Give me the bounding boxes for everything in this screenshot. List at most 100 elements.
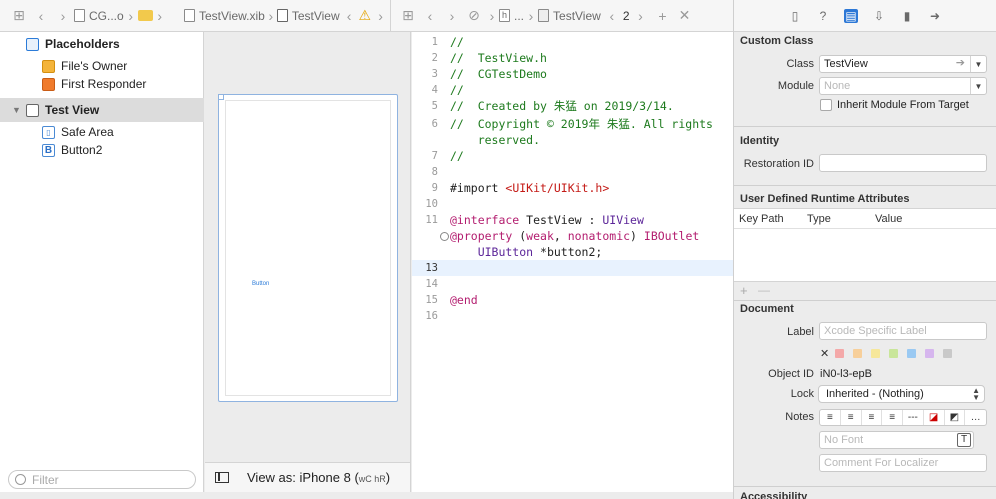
next-issue-icon[interactable]: › [371, 5, 390, 27]
test-view-frame[interactable]: Button [218, 94, 398, 402]
files-owner-icon [42, 59, 55, 73]
font-field[interactable]: No Font T [819, 431, 974, 449]
color-swatch-green[interactable] [889, 349, 899, 358]
accessibility-title: Accessibility [740, 491, 808, 499]
file-inspector-icon[interactable]: ▯ [788, 9, 802, 23]
class-combobox[interactable]: TestView ➔ ▼ [819, 55, 987, 73]
module-combobox[interactable]: None ▼ [819, 77, 987, 95]
add-attribute-button[interactable]: + [740, 283, 748, 298]
more-options-icon[interactable]: … [965, 410, 986, 425]
xcode-label-field[interactable]: Xcode Specific Label [819, 322, 987, 340]
size-inspector-icon[interactable]: ▮ [900, 9, 914, 23]
view-as-control[interactable]: View as: iPhone 8 (wC hR) [247, 470, 390, 485]
outline-item-test-view[interactable]: ▼ Test View [0, 98, 204, 122]
align-right-icon[interactable]: ≡ [862, 410, 883, 425]
clear-color-icon[interactable]: ✕ [820, 347, 829, 360]
restoration-id-field[interactable] [819, 154, 987, 172]
breadcrumb-class[interactable]: TestView [538, 9, 601, 23]
resize-handle[interactable] [218, 94, 224, 100]
remove-attribute-button[interactable]: — [758, 283, 770, 297]
comment-for-localizer-field[interactable]: Comment For Localizer [819, 454, 987, 472]
identity-inspector: ▯ ? ▤ ⇩ ▮ ➜ Custom Class Class TestView … [733, 0, 996, 499]
outline-item-first-responder[interactable]: First Responder [0, 74, 204, 94]
chevron-down-icon[interactable]: ▼ [970, 56, 986, 72]
font-picker-icon[interactable]: T [957, 433, 971, 447]
interface-builder-canvas[interactable]: Button [205, 32, 411, 462]
color-swatch-orange[interactable] [853, 349, 863, 358]
document-outline: Placeholders File's Owner First Responde… [0, 32, 204, 492]
quick-help-icon[interactable]: ? [816, 9, 830, 23]
code-line: 14 [425, 278, 438, 290]
add-editor-icon[interactable]: + [652, 5, 674, 27]
class-label: Class [786, 58, 814, 70]
outlet-connection-icon[interactable] [439, 231, 449, 241]
code-line: 5// Created by 朱猛 on 2019/3/14. [431, 99, 674, 113]
outline-item-button2[interactable]: B Button2 [0, 140, 204, 160]
color-swatch-purple[interactable] [925, 349, 935, 358]
outline-placeholders-header[interactable]: Placeholders [0, 34, 204, 54]
code-line: 2// TestView.h [431, 51, 547, 65]
next-counterpart-icon[interactable]: › [630, 5, 652, 27]
color-swatch-yellow[interactable] [871, 349, 881, 358]
previous-issue-icon[interactable]: ‹ [340, 5, 359, 27]
code-line: 10 [425, 198, 438, 210]
object-id-value: iN0-l3-epB [820, 368, 872, 380]
color-swatch-gray[interactable] [943, 349, 953, 358]
view-icon [26, 103, 39, 117]
counterpart-counter: 2 [622, 8, 630, 23]
interface-jump-bar: ⊞ ‹ › CG...o › › [0, 0, 204, 32]
no-color-icon[interactable]: ◪ [924, 410, 945, 425]
align-natural-icon[interactable]: --- [903, 410, 924, 425]
udra-table[interactable]: Key Path Type Value [734, 208, 996, 282]
code-line: 9 #import <UIKit/UIKit.h> [431, 181, 610, 195]
inherit-module-checkbox[interactable]: Inherit Module From Target [820, 99, 969, 111]
disclosure-triangle-icon[interactable]: ▼ [12, 105, 22, 115]
code-line: reserved. [450, 133, 541, 147]
code-line: UIButton *button2; [450, 245, 603, 259]
align-justify-icon[interactable]: ≡ [882, 410, 903, 425]
breadcrumb-scene[interactable]: TestView [276, 9, 340, 23]
checkbox[interactable] [820, 99, 832, 111]
outline-filter-field[interactable]: Filter [8, 470, 196, 489]
forward-arrow-icon[interactable]: › [441, 5, 463, 27]
counterparts-icon[interactable]: ⊘ [463, 5, 485, 27]
breadcrumb-file[interactable]: TestView.xib [184, 9, 265, 23]
identity-inspector-icon[interactable]: ▤ [844, 8, 858, 23]
folder-icon[interactable] [137, 10, 153, 21]
outline-item-safe-area[interactable]: ▯ Safe Area [0, 122, 204, 142]
color-swatch-blue[interactable] [907, 349, 917, 358]
column-header-key-path[interactable]: Key Path [734, 213, 802, 225]
chevron-down-icon[interactable]: ▼ [970, 78, 986, 94]
assistant-jump-bar: ⊞ ‹ › ⊘ › h ... › TestView ‹ 2 › + ✕ [391, 0, 712, 32]
button2-preview[interactable]: Button [252, 281, 269, 287]
previous-counterpart-icon[interactable]: ‹ [601, 5, 623, 27]
breadcrumb-header-file[interactable]: h ... [499, 9, 524, 23]
forward-arrow-icon[interactable]: › [52, 5, 74, 27]
safe-area-icon: ▯ [42, 125, 55, 139]
align-center-icon[interactable]: ≡ [841, 410, 862, 425]
warning-icon[interactable]: ⚠ [359, 7, 372, 24]
related-items-icon[interactable]: ⊞ [8, 5, 30, 27]
color-icon[interactable]: ◩ [945, 410, 966, 425]
align-left-icon[interactable]: ≡ [820, 410, 841, 425]
code-line: 8 [431, 166, 438, 178]
related-items-icon[interactable]: ⊞ [397, 5, 419, 27]
hide-outline-icon[interactable] [215, 472, 229, 483]
column-header-value[interactable]: Value [870, 213, 902, 225]
column-header-type[interactable]: Type [802, 213, 870, 225]
back-arrow-icon[interactable]: ‹ [30, 5, 52, 27]
module-label: Module [777, 80, 814, 92]
color-swatch-red[interactable] [835, 349, 845, 358]
back-arrow-icon[interactable]: ‹ [419, 5, 441, 27]
notes-label: Notes [785, 411, 814, 423]
code-editor[interactable]: 1// 2// TestView.h 3// CGTestDemo 4// 5/… [412, 32, 733, 492]
breadcrumb-project[interactable]: CG...o [74, 9, 124, 23]
close-editor-icon[interactable]: ✕ [674, 5, 696, 27]
outline-item-files-owner[interactable]: File's Owner [0, 56, 204, 76]
lock-popup[interactable]: Inherited - (Nothing) ▲ ▼ [818, 385, 985, 403]
jump-to-class-icon[interactable]: ➔ [956, 56, 965, 69]
attributes-inspector-icon[interactable]: ⇩ [872, 9, 886, 23]
notes-format-toolbar: ≡ ≡ ≡ ≡ --- ◪ ◩ … [819, 409, 987, 426]
code-line: @property (weak, nonatomic) IBOutlet [412, 228, 733, 244]
connections-inspector-icon[interactable]: ➜ [928, 9, 942, 23]
